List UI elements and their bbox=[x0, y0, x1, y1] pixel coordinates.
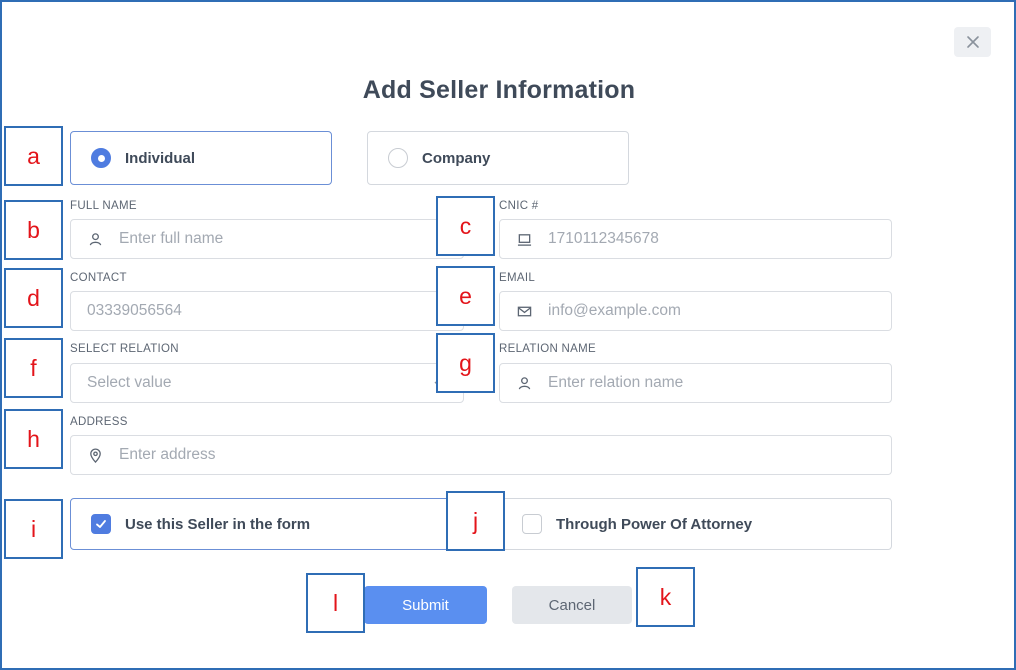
relation-name-input[interactable] bbox=[548, 374, 891, 392]
annotation-k: k bbox=[636, 567, 695, 627]
annotation-h: h bbox=[4, 409, 63, 469]
cnic-input[interactable] bbox=[548, 230, 891, 248]
annotation-f: f bbox=[4, 338, 63, 398]
annotation-g: g bbox=[436, 333, 495, 393]
cancel-button[interactable]: Cancel bbox=[512, 586, 632, 624]
relation-name-label: RELATION NAME bbox=[499, 343, 596, 355]
full-name-field[interactable] bbox=[70, 219, 464, 259]
location-pin-icon bbox=[87, 447, 103, 463]
email-field[interactable] bbox=[499, 291, 892, 331]
relation-select-value: Select value bbox=[87, 374, 172, 391]
cnic-label: CNIC # bbox=[499, 200, 539, 212]
user-icon bbox=[516, 375, 532, 391]
address-input[interactable] bbox=[119, 446, 891, 464]
power-of-attorney-option[interactable]: Through Power Of Attorney bbox=[499, 498, 892, 550]
power-of-attorney-label: Through Power Of Attorney bbox=[556, 515, 753, 533]
close-button[interactable] bbox=[954, 27, 991, 57]
select-relation-label: SELECT RELATION bbox=[70, 343, 179, 355]
company-option[interactable]: Company bbox=[367, 131, 629, 185]
annotation-l: l bbox=[306, 573, 365, 633]
annotation-c: c bbox=[436, 196, 495, 256]
annotation-e: e bbox=[436, 266, 495, 326]
cnic-field[interactable] bbox=[499, 219, 892, 259]
address-field[interactable] bbox=[70, 435, 892, 475]
email-input[interactable] bbox=[548, 302, 891, 320]
dialog-title: Add Seller Information bbox=[362, 76, 636, 104]
address-label: ADDRESS bbox=[70, 416, 128, 428]
use-seller-option[interactable]: Use this Seller in the form bbox=[70, 498, 464, 550]
contact-label: CONTACT bbox=[70, 272, 127, 284]
annotation-i: i bbox=[4, 499, 63, 559]
company-radio[interactable] bbox=[388, 148, 408, 168]
annotation-a: a bbox=[4, 126, 63, 186]
contact-field[interactable] bbox=[70, 291, 464, 331]
individual-radio[interactable] bbox=[91, 148, 111, 168]
submit-button[interactable]: Submit bbox=[364, 586, 487, 624]
mail-icon bbox=[516, 303, 532, 319]
user-icon bbox=[87, 231, 103, 247]
annotation-d: d bbox=[4, 268, 63, 328]
individual-option[interactable]: Individual bbox=[70, 131, 332, 185]
close-icon bbox=[966, 36, 979, 48]
use-seller-checkbox[interactable] bbox=[91, 514, 111, 534]
dialog-frame: Add Seller Information Individual Compan… bbox=[0, 0, 1016, 670]
relation-name-field[interactable] bbox=[499, 363, 892, 403]
company-label: Company bbox=[422, 149, 491, 167]
check-icon bbox=[96, 520, 106, 528]
individual-label: Individual bbox=[125, 149, 196, 167]
power-of-attorney-checkbox[interactable] bbox=[522, 514, 542, 534]
id-card-icon bbox=[516, 231, 532, 247]
annotation-b: b bbox=[4, 200, 63, 260]
email-label: EMAIL bbox=[499, 272, 536, 284]
contact-input[interactable] bbox=[87, 302, 463, 320]
relation-select[interactable]: Select value bbox=[70, 363, 464, 403]
annotation-j: j bbox=[446, 491, 505, 551]
use-seller-label: Use this Seller in the form bbox=[125, 515, 311, 533]
full-name-input[interactable] bbox=[119, 230, 463, 248]
full-name-label: FULL NAME bbox=[70, 200, 137, 212]
